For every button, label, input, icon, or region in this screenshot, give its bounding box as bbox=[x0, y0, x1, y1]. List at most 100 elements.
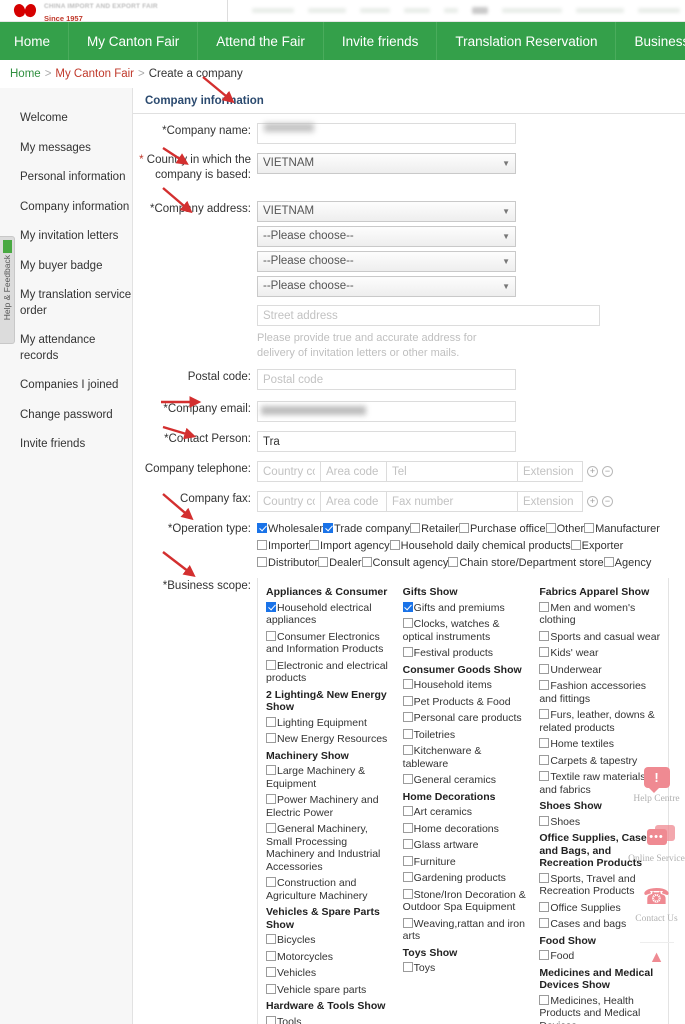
operation-type-option[interactable]: Importer bbox=[257, 540, 309, 552]
site-logo[interactable]: CHINA IMPORT AND EXPORT FAIR Since 1957 bbox=[0, 0, 228, 22]
business-scope-checkbox[interactable] bbox=[402, 712, 413, 722]
operation-type-checkbox[interactable] bbox=[448, 557, 459, 567]
business-scope-option[interactable]: Household items bbox=[402, 679, 528, 692]
business-scope-checkbox[interactable] bbox=[266, 630, 276, 641]
business-scope-option[interactable]: Glass artware bbox=[402, 839, 528, 852]
business-scope-option[interactable]: Electronic and electrical products bbox=[266, 659, 391, 685]
business-scope-option[interactable]: Home decorations bbox=[402, 822, 528, 836]
business-scope-option[interactable]: Home textiles bbox=[539, 738, 664, 751]
business-scope-option[interactable]: Festival products bbox=[402, 647, 528, 660]
business-scope-option[interactable]: Toys bbox=[402, 962, 528, 975]
address-district-select[interactable]: --Please choose-- ▼ bbox=[257, 276, 516, 297]
business-scope-checkbox[interactable] bbox=[266, 601, 276, 612]
business-scope-option[interactable]: Motorcycles bbox=[266, 950, 391, 964]
business-scope-option[interactable]: Gifts and premiums bbox=[402, 601, 528, 615]
business-scope-option[interactable]: Kids' wear bbox=[539, 647, 664, 660]
business-scope-checkbox[interactable] bbox=[402, 855, 413, 866]
telephone-number-input[interactable] bbox=[386, 461, 517, 482]
nav-item-business-and-travel-services[interactable]: Business and travel s bbox=[616, 22, 685, 60]
business-scope-checkbox[interactable] bbox=[266, 733, 276, 743]
business-scope-option[interactable]: Fashion accessories and fittings bbox=[539, 680, 664, 705]
business-scope-checkbox[interactable] bbox=[402, 888, 413, 899]
street-address-input[interactable] bbox=[257, 305, 600, 326]
business-scope-checkbox[interactable] bbox=[539, 901, 550, 912]
nav-item-my-canton-fair[interactable]: My Canton Fair bbox=[69, 22, 199, 60]
business-scope-checkbox[interactable] bbox=[266, 823, 276, 833]
business-scope-option[interactable]: Furs, leather, downs & related products bbox=[539, 709, 664, 734]
business-scope-checkbox[interactable] bbox=[402, 695, 413, 706]
business-scope-option[interactable]: Vehicles bbox=[266, 967, 391, 980]
operation-type-option[interactable]: Dealer bbox=[318, 557, 362, 569]
business-scope-checkbox[interactable] bbox=[539, 771, 550, 781]
business-scope-option[interactable]: Kitchenware & tableware bbox=[402, 745, 528, 770]
business-scope-option[interactable]: Vehicle spare parts bbox=[266, 983, 391, 997]
business-scope-checkbox[interactable] bbox=[266, 934, 276, 944]
business-scope-option[interactable]: Furniture bbox=[402, 855, 528, 869]
operation-type-option[interactable]: Exporter bbox=[570, 540, 623, 552]
business-scope-option[interactable]: Power Machinery and Electric Power bbox=[266, 794, 391, 819]
add-fax-icon[interactable]: + bbox=[587, 496, 598, 507]
widget-help-centre[interactable]: ! Help Centre bbox=[628, 762, 685, 804]
business-scope-checkbox[interactable] bbox=[402, 872, 413, 882]
business-scope-checkbox[interactable] bbox=[266, 1015, 276, 1024]
business-scope-option[interactable]: Men and women's clothing bbox=[539, 601, 664, 627]
business-scope-checkbox[interactable] bbox=[402, 839, 413, 849]
business-scope-checkbox[interactable] bbox=[402, 806, 413, 816]
widget-contact-us[interactable]: ☎ Contact Us bbox=[628, 882, 685, 925]
business-scope-checkbox[interactable] bbox=[266, 877, 276, 887]
business-scope-checkbox[interactable] bbox=[539, 630, 550, 641]
remove-telephone-icon[interactable]: − bbox=[602, 466, 613, 477]
operation-type-checkbox[interactable] bbox=[584, 523, 595, 533]
business-scope-checkbox[interactable] bbox=[539, 680, 550, 690]
operation-type-checkbox[interactable] bbox=[603, 557, 614, 567]
operation-type-checkbox[interactable] bbox=[361, 557, 372, 567]
business-scope-option[interactable]: Art ceramics bbox=[402, 806, 528, 819]
operation-type-checkbox[interactable] bbox=[308, 540, 319, 550]
business-scope-option[interactable]: Clocks, watches & optical instruments bbox=[402, 618, 528, 643]
operation-type-checkbox[interactable] bbox=[410, 523, 421, 533]
business-scope-checkbox[interactable] bbox=[402, 728, 413, 739]
sidebar-item-company-information[interactable]: Company information bbox=[0, 193, 132, 223]
remove-fax-icon[interactable]: − bbox=[602, 496, 613, 507]
business-scope-option[interactable]: Personal care products bbox=[402, 712, 528, 725]
operation-type-option[interactable]: Chain store/Department store bbox=[448, 557, 604, 569]
business-scope-option[interactable]: Stone/Iron Decoration & Outdoor Spa Equi… bbox=[402, 888, 528, 914]
business-scope-checkbox[interactable] bbox=[539, 994, 550, 1005]
operation-type-checkbox[interactable] bbox=[323, 523, 334, 533]
sidebar-item-personal-information[interactable]: Personal information bbox=[0, 163, 132, 193]
business-scope-option[interactable]: Medicines, Health Products and Medical D… bbox=[539, 994, 664, 1024]
business-scope-panel[interactable]: Appliances & Consumer Household electrica… bbox=[257, 578, 669, 1024]
postal-code-input[interactable] bbox=[257, 369, 516, 390]
sidebar-item-my-buyer-badge[interactable]: My buyer badge bbox=[0, 252, 132, 282]
contact-person-input[interactable] bbox=[257, 431, 516, 452]
business-scope-checkbox[interactable] bbox=[266, 716, 276, 727]
business-scope-checkbox[interactable] bbox=[539, 738, 550, 748]
operation-type-option[interactable]: Manufacturer bbox=[584, 523, 660, 535]
operation-type-checkbox[interactable] bbox=[458, 523, 469, 533]
telephone-area-code-input[interactable] bbox=[320, 461, 386, 482]
operation-type-option[interactable]: Agency bbox=[603, 557, 651, 569]
business-scope-checkbox[interactable] bbox=[539, 709, 550, 719]
sidebar-item-companies-i-joined[interactable]: Companies I joined bbox=[0, 371, 132, 401]
telephone-country-code-input[interactable] bbox=[257, 461, 320, 482]
telephone-extension-input[interactable] bbox=[517, 461, 583, 482]
business-scope-checkbox[interactable] bbox=[266, 950, 276, 961]
operation-type-checkbox[interactable] bbox=[257, 557, 267, 567]
fax-area-code-input[interactable] bbox=[320, 491, 386, 512]
operation-type-checkbox-group[interactable]: Wholesaler Trade company Retailer Purchase … bbox=[257, 521, 671, 572]
operation-type-option[interactable]: Retailer bbox=[410, 523, 459, 535]
business-scope-checkbox[interactable] bbox=[266, 659, 276, 670]
business-scope-checkbox[interactable] bbox=[402, 822, 413, 833]
operation-type-checkbox[interactable] bbox=[570, 540, 581, 550]
fax-number-input[interactable] bbox=[386, 491, 517, 512]
address-province-select[interactable]: --Please choose-- ▼ bbox=[257, 226, 516, 247]
breadcrumb-home[interactable]: Home bbox=[10, 68, 41, 80]
sidebar-item-invite-friends[interactable]: Invite friends bbox=[0, 430, 132, 460]
business-scope-option[interactable]: General Machinery, Small Processing Mach… bbox=[266, 823, 391, 873]
business-scope-option[interactable]: Household electrical appliances bbox=[266, 601, 391, 627]
business-scope-option[interactable]: Underwear bbox=[539, 663, 664, 677]
sidebar-item-my-translation-service-order[interactable]: My translation service order bbox=[0, 281, 132, 326]
business-scope-checkbox[interactable] bbox=[539, 663, 550, 674]
business-scope-checkbox[interactable] bbox=[266, 765, 276, 775]
business-scope-option[interactable]: Construction and Agriculture Machinery bbox=[266, 877, 391, 902]
